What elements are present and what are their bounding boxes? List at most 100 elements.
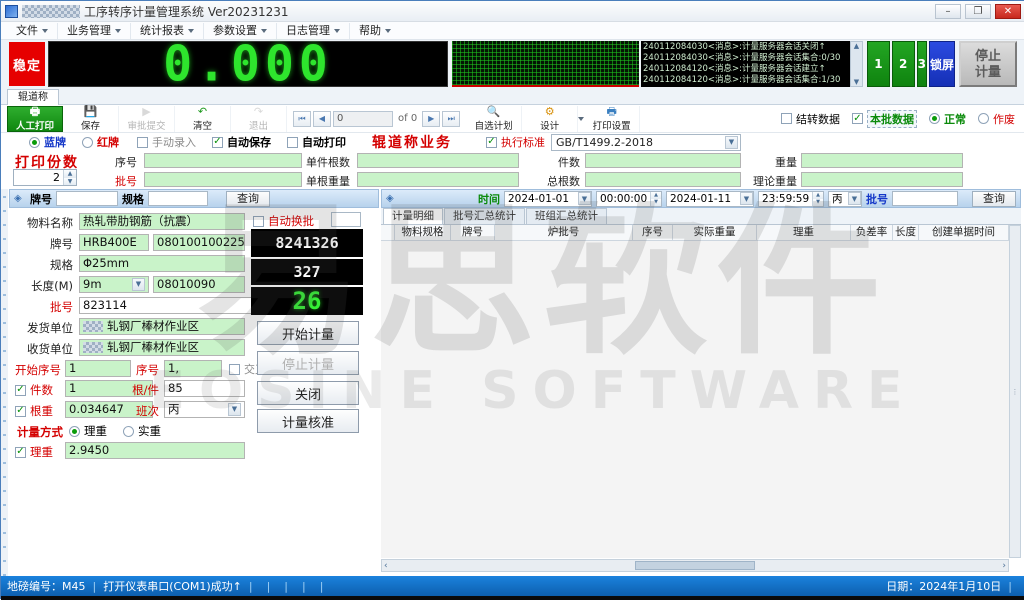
menu-help[interactable]: 帮助 bbox=[349, 23, 400, 39]
left-query-button[interactable]: 查询 bbox=[226, 191, 270, 207]
this-batch-checkbox[interactable]: ✓ 本批数据 bbox=[852, 110, 917, 128]
restore-button[interactable]: ❐ bbox=[965, 4, 991, 19]
scroll-up-icon[interactable]: ▲ bbox=[854, 42, 859, 50]
close-measure-button[interactable]: 关闭 bbox=[257, 381, 359, 405]
grade-code-field[interactable]: 0801001002250 bbox=[153, 234, 245, 251]
spin-up-icon[interactable]: ▲ bbox=[64, 170, 76, 178]
menu-file[interactable]: 文件 bbox=[7, 23, 57, 39]
seq2-field[interactable]: 1, bbox=[164, 360, 222, 377]
next-record-button[interactable]: ▶ bbox=[422, 111, 440, 127]
auto-save-checkbox[interactable]: ✓ 自动保存 bbox=[212, 134, 271, 150]
blue-card-radio[interactable]: 蓝牌 bbox=[29, 134, 66, 150]
carryover-checkbox[interactable]: 结转数据 bbox=[781, 111, 840, 127]
col-heat-batch[interactable]: 炉批号 bbox=[495, 225, 633, 241]
print-setup-button[interactable]: 🖶 打印设置 bbox=[584, 106, 640, 132]
approve-submit-button[interactable]: ▶ 审批提交 bbox=[119, 106, 175, 132]
batch-field[interactable] bbox=[144, 172, 302, 187]
stop-measure-button[interactable]: 停止计量 bbox=[257, 351, 359, 375]
actual-mode-radio[interactable]: 实重 bbox=[123, 423, 161, 439]
col-create-time[interactable]: 创建单据时间 bbox=[919, 225, 1009, 241]
total-bars-field[interactable] bbox=[585, 172, 741, 187]
col-material-spec[interactable]: 物料规格 bbox=[395, 225, 451, 241]
scale-button-1[interactable]: 1 bbox=[867, 41, 890, 87]
lock-screen-button[interactable]: 锁屏 bbox=[929, 41, 955, 87]
scale-button-2[interactable]: 2 bbox=[892, 41, 915, 87]
tab-measure-detail[interactable]: 计量明细 bbox=[383, 208, 443, 224]
length-select[interactable]: 9m▼ bbox=[79, 276, 149, 293]
print-copies-stepper[interactable]: 2 ▲ ▼ bbox=[13, 169, 77, 186]
scrollbar-thumb[interactable] bbox=[635, 561, 755, 570]
log-scrollbar[interactable]: ▲ ▼ bbox=[850, 41, 863, 87]
grade-field[interactable]: HRB400E bbox=[79, 234, 149, 251]
tab-shift-summary[interactable]: 班组汇总统计 bbox=[526, 208, 607, 224]
save-button[interactable]: 💾 保存 bbox=[63, 106, 119, 132]
prev-record-button[interactable]: ◀ bbox=[313, 111, 331, 127]
red-card-radio[interactable]: 红牌 bbox=[82, 134, 119, 150]
auto-batch-checkbox[interactable]: 自动换批 bbox=[253, 213, 314, 229]
minimize-button[interactable]: – bbox=[935, 4, 961, 19]
close-button[interactable]: ✕ bbox=[995, 4, 1021, 19]
horizontal-scrollbar[interactable]: ‹ › bbox=[381, 559, 1009, 572]
auto-batch-input[interactable] bbox=[331, 212, 361, 227]
length-code-field[interactable]: 08010090 bbox=[153, 276, 245, 293]
manual-print-button[interactable]: 🖶 人工打印 bbox=[7, 106, 63, 132]
search-spec-input[interactable] bbox=[148, 191, 208, 206]
right-query-button[interactable]: 查询 bbox=[972, 191, 1016, 207]
time-from-stepper[interactable]: 00:00:00 ▲▼ bbox=[596, 191, 662, 207]
seq-field[interactable] bbox=[144, 153, 302, 168]
spin-down-icon[interactable]: ▼ bbox=[64, 178, 76, 186]
time-to-stepper[interactable]: 23:59:59 ▲▼ bbox=[758, 191, 824, 207]
standard-checkbox[interactable]: ✓ 执行标准 bbox=[486, 134, 545, 150]
scroll-left-icon[interactable]: ‹ bbox=[384, 561, 388, 571]
col-theory-weight[interactable]: 理重 bbox=[757, 225, 851, 241]
col-actual-weight[interactable]: 实际重量 bbox=[673, 225, 757, 241]
theory-weight-field[interactable] bbox=[801, 172, 963, 187]
table-body[interactable] bbox=[381, 241, 1009, 558]
standard-select[interactable]: GB/T1499.2-2018 ▼ bbox=[551, 134, 741, 151]
auto-print-checkbox[interactable]: 自动打印 bbox=[287, 134, 346, 150]
scroll-right-icon[interactable]: › bbox=[1002, 561, 1006, 571]
theory-mode-radio[interactable]: 理重 bbox=[69, 423, 107, 439]
material-field[interactable]: 热轧带肋钢筋（抗震） bbox=[79, 213, 245, 230]
bars-per-piece-field[interactable] bbox=[357, 153, 519, 168]
stop-measure-big-button[interactable]: 停止 计量 bbox=[959, 41, 1017, 87]
pieces-checkbox[interactable]: ✓ 件数 bbox=[15, 382, 53, 398]
scroll-down-icon[interactable]: ▼ bbox=[854, 78, 859, 86]
tab-roller-scale[interactable]: 辊道称 bbox=[7, 89, 59, 105]
first-record-button[interactable]: ⏮ bbox=[293, 111, 311, 127]
theory-weight-checkbox[interactable]: ✓ 理重 bbox=[15, 444, 53, 460]
menu-business[interactable]: 业务管理 bbox=[57, 23, 130, 39]
col-seq[interactable]: 序号 bbox=[633, 225, 673, 241]
last-record-button[interactable]: ⏭ bbox=[442, 111, 460, 127]
manual-entry-checkbox[interactable]: 手动录入 bbox=[137, 134, 196, 150]
weight-field[interactable] bbox=[801, 153, 963, 168]
batch-filter-input[interactable] bbox=[892, 191, 958, 206]
clear-button[interactable]: ↶ 清空 bbox=[175, 106, 231, 132]
shift-filter-select[interactable]: 丙 ▼ bbox=[828, 191, 862, 207]
col-neg-rate[interactable]: 负差率 bbox=[851, 225, 893, 241]
search-grade-input[interactable] bbox=[56, 191, 118, 206]
consignee-field[interactable]: 轧钢厂棒材作业区 bbox=[79, 339, 245, 356]
spec-field[interactable]: Φ25mm bbox=[79, 255, 245, 272]
date-from-select[interactable]: 2024-01-01 ▼ bbox=[504, 191, 592, 207]
exit-button[interactable]: ↷ 退出 bbox=[231, 106, 287, 132]
bar-weight-checkbox[interactable]: ✓ 根重 bbox=[15, 403, 53, 419]
col-length[interactable]: 长度 bbox=[893, 225, 919, 241]
per-bar-weight-field[interactable] bbox=[357, 172, 519, 187]
vertical-scrollbar[interactable]: ⋮ bbox=[1009, 225, 1021, 558]
col-grade[interactable]: 牌号 bbox=[451, 225, 495, 241]
normal-radio[interactable]: 正常 bbox=[929, 111, 966, 127]
custom-plan-button[interactable]: 🔍 自选计划 bbox=[466, 106, 522, 132]
verify-measure-button[interactable]: 计量核准 bbox=[257, 409, 359, 433]
design-button[interactable]: ⚙ 设计 bbox=[522, 106, 578, 132]
tab-batch-summary[interactable]: 批号汇总统计 bbox=[444, 208, 525, 224]
per-piece-field[interactable]: 85 bbox=[164, 380, 245, 397]
void-radio[interactable]: 作废 bbox=[978, 111, 1015, 127]
date-to-select[interactable]: 2024-01-11 ▼ bbox=[666, 191, 754, 207]
scale-button-3[interactable]: 3 bbox=[917, 41, 927, 87]
record-index-input[interactable] bbox=[333, 111, 393, 127]
consignor-field[interactable]: 轧钢厂棒材作业区 bbox=[79, 318, 245, 335]
shift-select[interactable]: 丙▼ bbox=[164, 401, 245, 418]
pieces-field[interactable] bbox=[585, 153, 741, 168]
start-measure-button[interactable]: 开始计量 bbox=[257, 321, 359, 345]
